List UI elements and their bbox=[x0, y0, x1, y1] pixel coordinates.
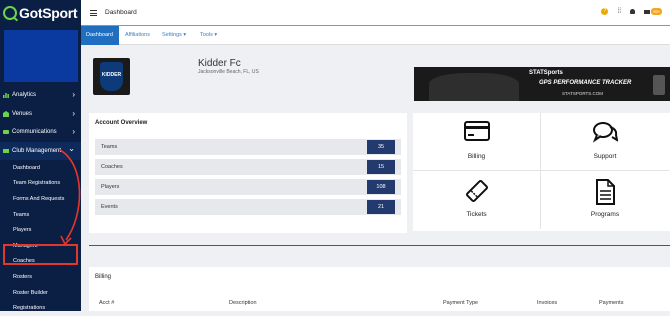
club-logo: KIDDER bbox=[93, 58, 130, 95]
sidebar-item-label: Venues bbox=[12, 110, 33, 117]
credit-card-icon bbox=[463, 121, 490, 141]
section-divider bbox=[89, 245, 670, 246]
overview-row-count: 108 bbox=[367, 180, 395, 194]
tile-programs[interactable]: Programs bbox=[541, 171, 669, 229]
tab-dashboard[interactable]: Dashboard bbox=[81, 26, 119, 45]
chevron-right-icon: › bbox=[72, 108, 75, 118]
chevron-down-icon: ⌄ bbox=[68, 143, 75, 153]
page-title: Dashboard bbox=[105, 9, 137, 16]
coaches-highlight-box bbox=[3, 244, 78, 265]
sidebar-item-label: Analytics bbox=[12, 92, 37, 98]
tab-affiliations[interactable]: Affiliations bbox=[120, 26, 155, 45]
sidebar-menu: Analytics › Venues › Communications › Cl… bbox=[0, 86, 81, 316]
sidebar-item-club-management[interactable]: Club Management ⌄ bbox=[0, 141, 81, 160]
column-header: Description bbox=[229, 300, 257, 306]
club-management-icon bbox=[3, 148, 9, 153]
sidebar-subitem-players[interactable]: Players bbox=[0, 222, 81, 238]
logo-text: GotSport bbox=[19, 5, 78, 21]
top-bar: Dashboard ? ⁞⁞ 99+ bbox=[81, 0, 670, 26]
user-icon[interactable] bbox=[630, 9, 636, 14]
mail-icon bbox=[644, 9, 651, 14]
overview-row-count: 21 bbox=[367, 200, 395, 214]
sidebar-subitem-forms-and-requests[interactable]: Forms And Requests bbox=[0, 191, 81, 207]
tile-label: Programs bbox=[590, 211, 620, 218]
ad-brand: STATSports bbox=[529, 70, 563, 76]
column-header: Invoices bbox=[537, 300, 558, 306]
overview-row-count: 35 bbox=[367, 140, 395, 154]
club-banner bbox=[4, 30, 78, 82]
billing-title: Billing bbox=[95, 274, 112, 280]
athlete-image bbox=[429, 73, 519, 101]
overview-row-events[interactable]: Events 21 bbox=[95, 199, 401, 215]
chevron-right-icon: › bbox=[72, 127, 75, 136]
overview-row-label: Players bbox=[101, 184, 120, 190]
ticket-icon bbox=[465, 180, 488, 202]
tab-bar: Dashboard Affiliations Settings ▾ Tools … bbox=[81, 26, 670, 45]
analytics-icon bbox=[3, 93, 9, 98]
account-overview-card: Account Overview Teams 35 Coaches 15 Pla… bbox=[89, 113, 407, 233]
club-logo-text: KIDDER bbox=[101, 72, 122, 78]
ad-banner[interactable]: STATSports GPS PERFORMANCE TRACKER STATS… bbox=[414, 67, 670, 101]
sidebar-subitem-dashboard[interactable]: Dashboard bbox=[0, 160, 81, 176]
sidebar: GotSport Analytics › Venues › Communicat… bbox=[0, 0, 81, 311]
help-icon[interactable]: ? bbox=[601, 8, 609, 15]
ad-url: STATSPORTS.COM bbox=[562, 91, 604, 96]
overview-row-teams[interactable]: Teams 35 bbox=[95, 139, 401, 155]
ad-tagline: GPS PERFORMANCE TRACKER bbox=[539, 80, 632, 86]
mail-button[interactable]: 99+ bbox=[644, 8, 662, 15]
column-header: Acct # bbox=[99, 300, 115, 306]
sidebar-subitem-team-registrations[interactable]: Team Registrations bbox=[0, 176, 81, 192]
club-name: Kidder Fc bbox=[198, 58, 241, 69]
tile-tickets[interactable]: Tickets bbox=[413, 171, 541, 229]
overview-row-label: Coaches bbox=[101, 164, 123, 170]
overview-row-coaches[interactable]: Coaches 15 bbox=[95, 159, 401, 175]
sidebar-subitem-rosters[interactable]: Rosters bbox=[0, 269, 81, 285]
overview-row-label: Teams bbox=[101, 144, 118, 150]
communications-icon bbox=[3, 130, 9, 134]
sidebar-item-communications[interactable]: Communications › bbox=[0, 123, 81, 141]
quick-links-grid: Billing Support Tickets Programs bbox=[413, 113, 670, 231]
tile-label: Support bbox=[593, 153, 617, 160]
billing-card: Billing Acct # Description Payment Type … bbox=[89, 267, 670, 311]
sidebar-item-analytics[interactable]: Analytics › bbox=[0, 86, 81, 104]
account-overview-title: Account Overview bbox=[95, 120, 148, 126]
club-location: Jacksonville Beach, FL, US bbox=[198, 69, 259, 75]
column-header: Payments bbox=[599, 300, 624, 306]
overview-row-players[interactable]: Players 108 bbox=[95, 179, 401, 195]
gps-vest-image bbox=[653, 75, 665, 95]
document-icon bbox=[596, 179, 615, 205]
main-content: KIDDER Kidder Fc Jacksonville Beach, FL,… bbox=[81, 45, 670, 311]
hamburger-menu-icon[interactable] bbox=[90, 10, 97, 18]
sidebar-subitem-registrations[interactable]: Registrations bbox=[0, 300, 81, 316]
tab-settings[interactable]: Settings ▾ bbox=[157, 26, 191, 45]
tile-billing[interactable]: Billing bbox=[413, 113, 541, 171]
sidebar-item-venues[interactable]: Venues › bbox=[0, 105, 81, 123]
overview-row-label: Events bbox=[101, 204, 118, 210]
gotsport-logo-icon bbox=[3, 6, 17, 20]
mail-count-badge: 99+ bbox=[651, 8, 662, 15]
sidebar-subitem-roster-builder[interactable]: Roster Builder bbox=[0, 285, 81, 301]
chat-icon bbox=[592, 122, 618, 143]
sidebar-item-label: Communications bbox=[12, 129, 57, 135]
gotsport-logo[interactable]: GotSport bbox=[3, 5, 78, 21]
overview-row-count: 15 bbox=[367, 160, 395, 174]
sidebar-subitem-teams[interactable]: Teams bbox=[0, 207, 81, 223]
column-header: Payment Type bbox=[443, 300, 479, 306]
tile-support[interactable]: Support bbox=[541, 113, 669, 171]
venue-icon bbox=[3, 110, 9, 117]
tab-tools[interactable]: Tools ▾ bbox=[195, 26, 222, 45]
apps-grid-icon[interactable]: ⁞⁞ bbox=[617, 8, 621, 15]
tile-label: Tickets bbox=[466, 211, 487, 218]
chevron-right-icon: › bbox=[72, 90, 75, 99]
sidebar-item-label: Club Management bbox=[12, 147, 62, 154]
tile-label: Billing bbox=[467, 153, 486, 160]
